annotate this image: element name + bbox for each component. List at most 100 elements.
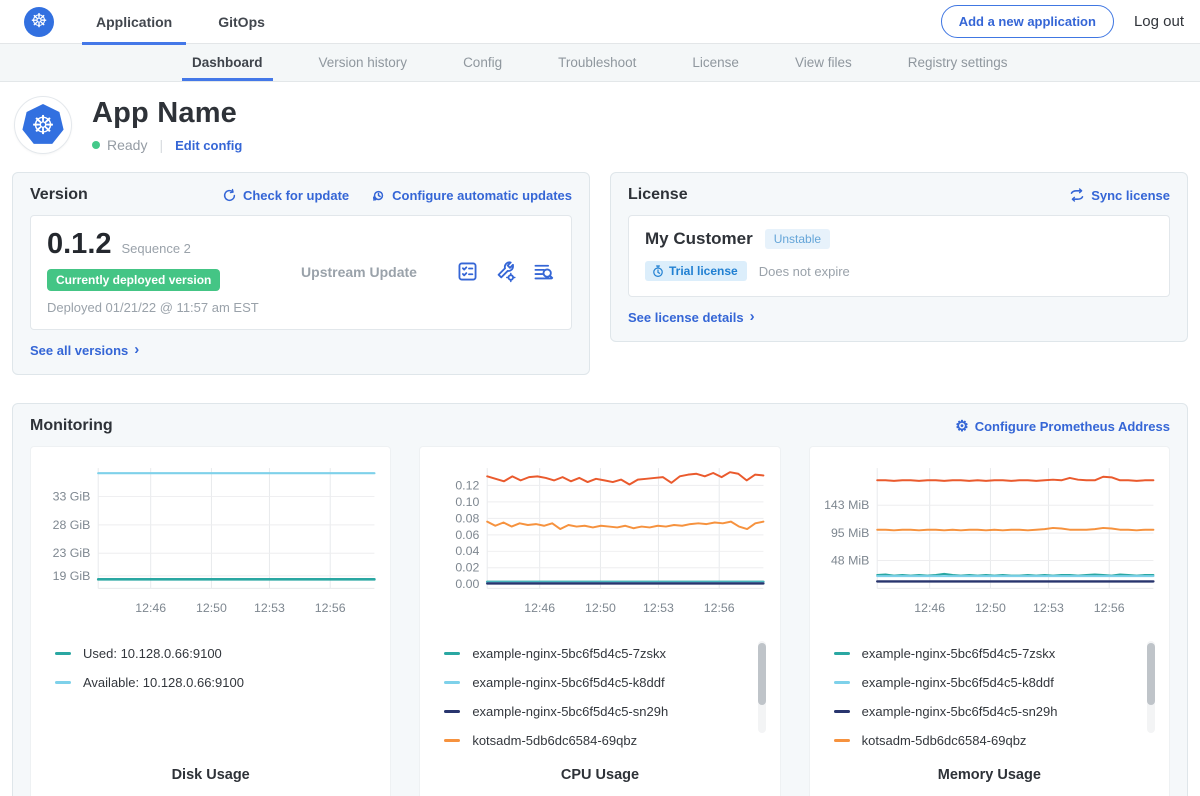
legend-label: example-nginx-5bc6f5d4c5-7zskx xyxy=(862,646,1056,661)
legend-swatch xyxy=(444,681,460,684)
release-notes-icon[interactable] xyxy=(456,260,479,283)
summary-cards-row: Version Check for update Configure autom… xyxy=(0,170,1200,375)
legend-swatch xyxy=(55,681,71,684)
legend-item: Available: 10.128.0.66:9100 xyxy=(55,668,354,697)
currently-deployed-badge: Currently deployed version xyxy=(47,269,220,291)
configure-prometheus-link[interactable]: ⚙ Configure Prometheus Address xyxy=(955,417,1170,435)
app-header: ☸ App Name Ready | Edit config xyxy=(0,82,1200,170)
trial-license-badge: Trial license xyxy=(645,261,747,281)
chevron-right-icon: › xyxy=(750,308,755,325)
legend-label: example-nginx-5bc6f5d4c5-sn29h xyxy=(472,704,668,719)
chart-title: CPU Usage xyxy=(430,755,769,791)
config-wrench-icon[interactable] xyxy=(494,260,517,283)
version-number: 0.1.2 xyxy=(47,228,112,261)
check-for-update-link[interactable]: Check for update xyxy=(222,188,349,203)
legend-label: kotsadm-5db6dc6584-69qbz xyxy=(862,733,1027,748)
svg-text:0.04: 0.04 xyxy=(456,544,480,558)
topnav-tab-label: Application xyxy=(96,14,172,30)
see-all-versions-link[interactable]: See all versions › xyxy=(30,342,139,359)
legend-label: kotsadm-5db6dc6584-69qbz xyxy=(472,733,637,748)
channel-badge: Unstable xyxy=(765,229,830,249)
logout-button[interactable]: Log out xyxy=(1134,13,1184,30)
topnav-tab-gitops[interactable]: GitOps xyxy=(204,0,279,44)
kubernetes-logo-icon[interactable]: ☸ xyxy=(24,7,54,37)
legend-scrollbar[interactable] xyxy=(1147,641,1155,733)
svg-text:12:53: 12:53 xyxy=(643,601,674,615)
add-new-application-button[interactable]: Add a new application xyxy=(941,5,1114,38)
legend-scrollbar-thumb[interactable] xyxy=(1147,643,1155,705)
svg-text:19 GiB: 19 GiB xyxy=(53,569,91,583)
cpu-usage-legend: example-nginx-5bc6f5d4c5-7zskxexample-ng… xyxy=(444,639,769,755)
topnav-tab-application[interactable]: Application xyxy=(82,0,186,44)
memory-usage-chart-card: 12:4612:5012:5312:56143 MiB95 MiB48 MiB … xyxy=(809,446,1170,796)
app-avatar: ☸ xyxy=(14,96,72,154)
svg-text:12:56: 12:56 xyxy=(704,601,735,615)
tab-dashboard[interactable]: Dashboard xyxy=(176,44,279,81)
license-expiry: Does not expire xyxy=(759,264,850,279)
deployed-timestamp: Deployed 01/21/22 @ 11:57 am EST xyxy=(47,300,262,315)
svg-text:12:53: 12:53 xyxy=(254,601,285,615)
svg-text:33 GiB: 33 GiB xyxy=(53,489,91,503)
divider: | xyxy=(159,137,163,153)
ready-status-dot xyxy=(92,141,100,149)
license-card-title: License xyxy=(628,186,688,204)
svg-text:12:53: 12:53 xyxy=(1033,601,1064,615)
topnav-tab-label: GitOps xyxy=(218,14,265,30)
legend-swatch xyxy=(834,652,850,655)
legend-scrollbar[interactable] xyxy=(758,641,766,733)
disk-usage-chart-card: 12:4612:5012:5312:5633 GiB28 GiB23 GiB19… xyxy=(30,446,391,796)
legend-label: example-nginx-5bc6f5d4c5-k8ddf xyxy=(862,675,1054,690)
tab-troubleshoot[interactable]: Troubleshoot xyxy=(542,44,652,81)
legend-swatch xyxy=(834,710,850,713)
tab-version-history[interactable]: Version history xyxy=(303,44,424,81)
tab-license[interactable]: License xyxy=(676,44,755,81)
refresh-icon xyxy=(222,188,237,203)
svg-text:28 GiB: 28 GiB xyxy=(53,518,91,532)
legend-item: example-nginx-5bc6f5d4c5-sn29h xyxy=(834,697,1133,726)
svg-text:12:50: 12:50 xyxy=(585,601,616,615)
tab-view-files[interactable]: View files xyxy=(779,44,868,81)
clock-refresh-icon xyxy=(371,188,386,203)
legend-item: example-nginx-5bc6f5d4c5-sn29h xyxy=(444,697,743,726)
tab-config[interactable]: Config xyxy=(447,44,518,81)
svg-text:0.08: 0.08 xyxy=(456,511,480,525)
legend-item: example-nginx-5bc6f5d4c5-7zskx xyxy=(834,639,1133,668)
legend-label: Used: 10.128.0.66:9100 xyxy=(83,646,222,661)
svg-text:12:46: 12:46 xyxy=(914,601,945,615)
license-info-box: My Customer Unstable Trial license Does … xyxy=(628,215,1170,297)
svg-text:0.10: 0.10 xyxy=(456,495,480,509)
legend-swatch xyxy=(834,681,850,684)
chevron-right-icon: › xyxy=(134,341,139,358)
legend-swatch xyxy=(444,739,460,742)
legend-swatch xyxy=(444,652,460,655)
legend-item: Used: 10.128.0.66:9100 xyxy=(55,639,354,668)
svg-text:12:46: 12:46 xyxy=(525,601,556,615)
chart-title: Memory Usage xyxy=(820,755,1159,791)
configure-automatic-updates-link[interactable]: Configure automatic updates xyxy=(371,188,572,203)
svg-text:12:50: 12:50 xyxy=(975,601,1006,615)
svg-text:12:46: 12:46 xyxy=(135,601,166,615)
legend-swatch xyxy=(834,739,850,742)
legend-label: example-nginx-5bc6f5d4c5-sn29h xyxy=(862,704,1058,719)
see-license-details-link[interactable]: See license details › xyxy=(628,309,755,326)
sync-license-link[interactable]: Sync license xyxy=(1069,188,1170,203)
top-navbar: ☸ Application GitOps Add a new applicati… xyxy=(0,0,1200,44)
deploy-logs-icon[interactable] xyxy=(532,260,555,283)
legend-item: example-nginx-5bc6f5d4c5-7zskx xyxy=(444,639,743,668)
charts-row: 12:4612:5012:5312:5633 GiB28 GiB23 GiB19… xyxy=(30,446,1170,796)
legend-item: example-nginx-5bc6f5d4c5-k8ddf xyxy=(834,668,1133,697)
svg-text:95 MiB: 95 MiB xyxy=(831,526,869,540)
svg-text:0.06: 0.06 xyxy=(456,528,480,542)
current-version-box: 0.1.2 Sequence 2 Currently deployed vers… xyxy=(30,215,572,330)
tab-registry-settings[interactable]: Registry settings xyxy=(892,44,1024,81)
monitoring-card: Monitoring ⚙ Configure Prometheus Addres… xyxy=(12,403,1188,796)
legend-item: kotsadm-5db6dc6584-69qbz xyxy=(834,726,1133,755)
legend-scrollbar-thumb[interactable] xyxy=(758,643,766,705)
disk-usage-legend: Used: 10.128.0.66:9100 Available: 10.128.… xyxy=(55,639,380,755)
kubernetes-app-icon: ☸ xyxy=(22,104,64,146)
version-card: Version Check for update Configure autom… xyxy=(12,172,590,375)
stopwatch-icon xyxy=(652,265,664,278)
edit-config-link[interactable]: Edit config xyxy=(175,138,242,153)
legend-item: example-nginx-5bc6f5d4c5-k8ddf xyxy=(444,668,743,697)
sequence-label: Sequence 2 xyxy=(122,241,191,256)
